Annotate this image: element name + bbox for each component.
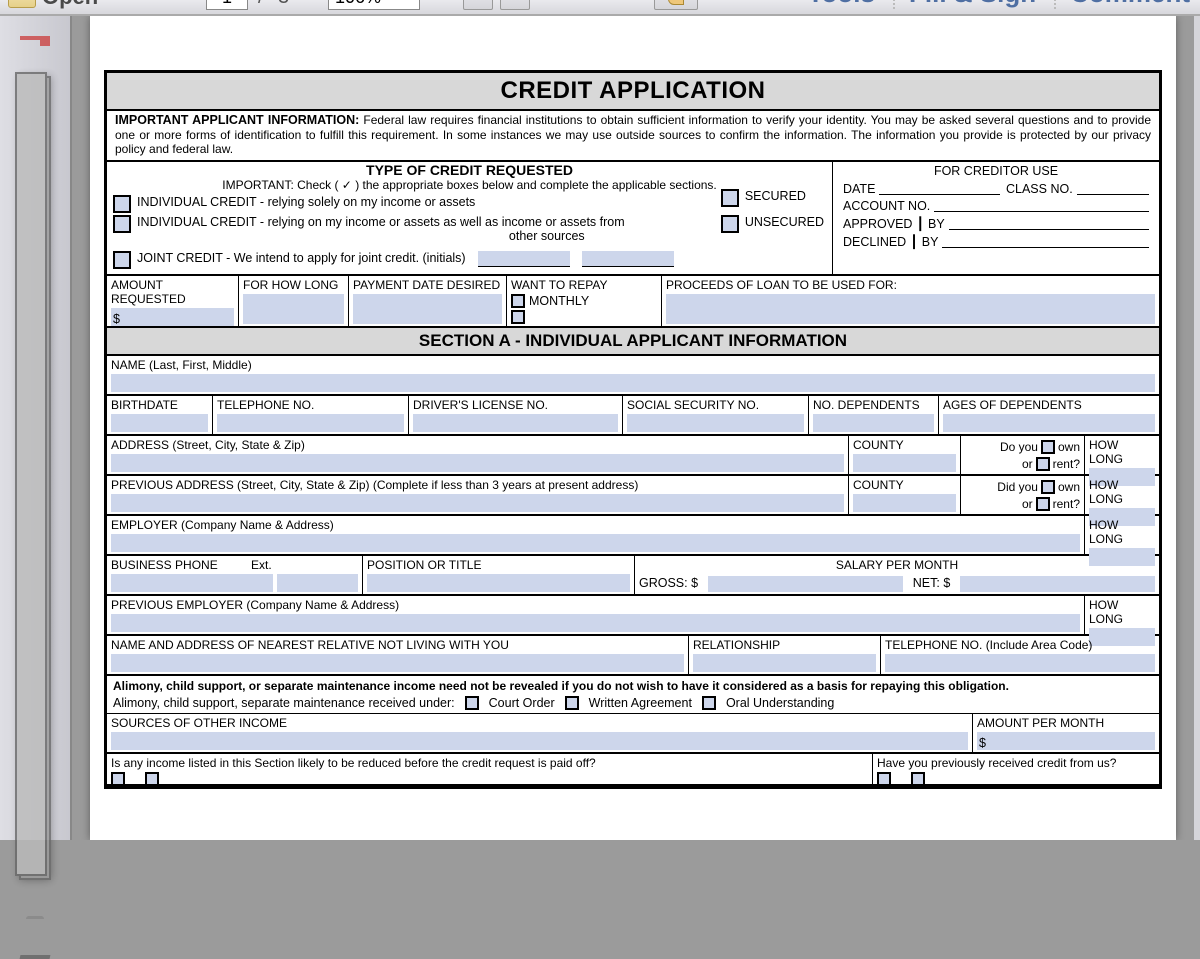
- account-field[interactable]: [934, 200, 1149, 212]
- prev-own-checkbox[interactable]: [1041, 480, 1055, 494]
- repay-monthly-checkbox[interactable]: [511, 294, 525, 308]
- creditor-use-section: FOR CREDITOR USE DATECLASS NO. ACCOUNT N…: [833, 162, 1159, 274]
- section-a-heading: SECTION A - INDIVIDUAL APPLICANT INFORMA…: [107, 328, 1159, 356]
- approved-by-field[interactable]: [949, 218, 1149, 230]
- sidebar: [0, 16, 72, 840]
- ext-field[interactable]: [277, 574, 358, 592]
- document-viewport: CREDIT APPLICATION IMPORTANT APPLICANT I…: [72, 16, 1194, 840]
- oral-understanding-checkbox[interactable]: [702, 696, 716, 710]
- q2-yes-checkbox[interactable]: [911, 772, 925, 786]
- other-amount-field[interactable]: $: [977, 732, 1155, 750]
- joint-credit-label: JOINT CREDIT - We intend to apply for jo…: [137, 251, 466, 265]
- date-field[interactable]: [879, 183, 1000, 195]
- open-button[interactable]: Open: [8, 0, 98, 10]
- declined-by-field[interactable]: [942, 236, 1149, 248]
- prev-employer-field[interactable]: [111, 614, 1080, 632]
- address-field[interactable]: [111, 454, 844, 472]
- q1-yes-checkbox[interactable]: [145, 772, 159, 786]
- zoom-select[interactable]: 106%: [328, 0, 420, 10]
- dependents-field[interactable]: [813, 414, 934, 432]
- joint-initials-1[interactable]: [478, 251, 570, 267]
- toolbar-right-links: Tools Fill & Sign Comment: [794, 0, 1190, 9]
- important-label: IMPORTANT APPLICANT INFORMATION:: [115, 113, 359, 127]
- tocr-heading: TYPE OF CREDIT REQUESTED: [113, 162, 826, 178]
- bizphone-field[interactable]: [111, 574, 273, 592]
- type-of-credit-section: TYPE OF CREDIT REQUESTED IMPORTANT: Chec…: [107, 162, 833, 274]
- individual-credit-1-label: INDIVIDUAL CREDIT - relying solely on my…: [137, 195, 475, 209]
- toolbar-button-1[interactable]: [463, 0, 493, 10]
- other-income-field[interactable]: [111, 732, 968, 750]
- howlong-field[interactable]: [243, 294, 344, 324]
- creditor-heading: FOR CREDITOR USE: [843, 164, 1149, 178]
- q1-no-checkbox[interactable]: [111, 772, 125, 786]
- net-field[interactable]: [960, 576, 1155, 592]
- fill-sign-link[interactable]: Fill & Sign: [893, 0, 1036, 9]
- form-title: CREDIT APPLICATION: [107, 73, 1159, 111]
- pages-icon[interactable]: [19, 76, 51, 880]
- toolbar-button-2[interactable]: [500, 0, 530, 10]
- joint-initials-2[interactable]: [582, 251, 674, 267]
- dl-field[interactable]: [413, 414, 618, 432]
- joint-credit-checkbox[interactable]: [113, 251, 131, 269]
- individual-credit-1-checkbox[interactable]: [113, 195, 131, 213]
- tools-link[interactable]: Tools: [794, 0, 875, 9]
- birthdate-field[interactable]: [111, 414, 208, 432]
- thumbnails-icon[interactable]: [20, 36, 50, 40]
- alimony-section: Alimony, child support, or separate main…: [107, 676, 1159, 714]
- ssn-field[interactable]: [627, 414, 804, 432]
- prev-rent-checkbox[interactable]: [1036, 497, 1050, 511]
- amount-requested-field[interactable]: $: [111, 308, 234, 326]
- ages-field[interactable]: [943, 414, 1155, 432]
- folder-icon: [8, 0, 36, 8]
- attachments-icon[interactable]: [26, 916, 44, 919]
- unsecured-label: UNSECURED: [745, 215, 824, 229]
- credit-application-form: CREDIT APPLICATION IMPORTANT APPLICANT I…: [104, 70, 1162, 789]
- zoom-value: 106%: [335, 0, 381, 9]
- page-total: 3: [278, 0, 289, 9]
- written-agreement-checkbox[interactable]: [565, 696, 579, 710]
- own-checkbox[interactable]: [1041, 440, 1055, 454]
- court-order-checkbox[interactable]: [465, 696, 479, 710]
- payment-date-field[interactable]: [353, 294, 502, 324]
- rent-checkbox[interactable]: [1036, 457, 1050, 471]
- telephone-field[interactable]: [217, 414, 404, 432]
- vertical-scrollbar[interactable]: [1194, 16, 1200, 840]
- prev-address-field[interactable]: [111, 494, 844, 512]
- unsecured-checkbox[interactable]: [721, 215, 739, 233]
- classno-field[interactable]: [1077, 183, 1149, 195]
- open-label: Open: [42, 0, 98, 10]
- employer-field[interactable]: [111, 534, 1080, 552]
- individual-credit-2-checkbox[interactable]: [113, 215, 131, 233]
- signatures-icon[interactable]: [20, 955, 51, 959]
- chevron-down-icon: [403, 0, 413, 2]
- pdf-toolbar: Open 1 / 3 106% Tools Fill & Sign Commen…: [0, 0, 1200, 16]
- relationship-field[interactable]: [693, 654, 876, 672]
- position-field[interactable]: [367, 574, 630, 592]
- relative-tel-field[interactable]: [885, 654, 1155, 672]
- hand-icon: [668, 0, 684, 5]
- repay-other-checkbox[interactable]: [511, 310, 525, 324]
- secured-label: SECURED: [745, 189, 806, 203]
- hand-tool-button[interactable]: [654, 0, 698, 10]
- gross-field[interactable]: [708, 576, 903, 592]
- individual-credit-2-label: INDIVIDUAL CREDIT - relying on my income…: [137, 215, 625, 243]
- relative-field[interactable]: [111, 654, 684, 672]
- page-number-input[interactable]: 1: [206, 0, 248, 10]
- comment-link[interactable]: Comment: [1054, 0, 1190, 9]
- pdf-page: CREDIT APPLICATION IMPORTANT APPLICANT I…: [90, 16, 1176, 840]
- county-field[interactable]: [853, 454, 956, 472]
- proceeds-field[interactable]: [666, 294, 1155, 324]
- page-separator: /: [258, 0, 264, 9]
- secured-checkbox[interactable]: [721, 189, 739, 207]
- prev-county-field[interactable]: [853, 494, 956, 512]
- name-field[interactable]: [111, 374, 1155, 392]
- important-info: IMPORTANT APPLICANT INFORMATION: Federal…: [107, 111, 1159, 162]
- tocr-sub: IMPORTANT: Check ( ✓ ) the appropriate b…: [113, 178, 826, 192]
- q2-no-checkbox[interactable]: [877, 772, 891, 786]
